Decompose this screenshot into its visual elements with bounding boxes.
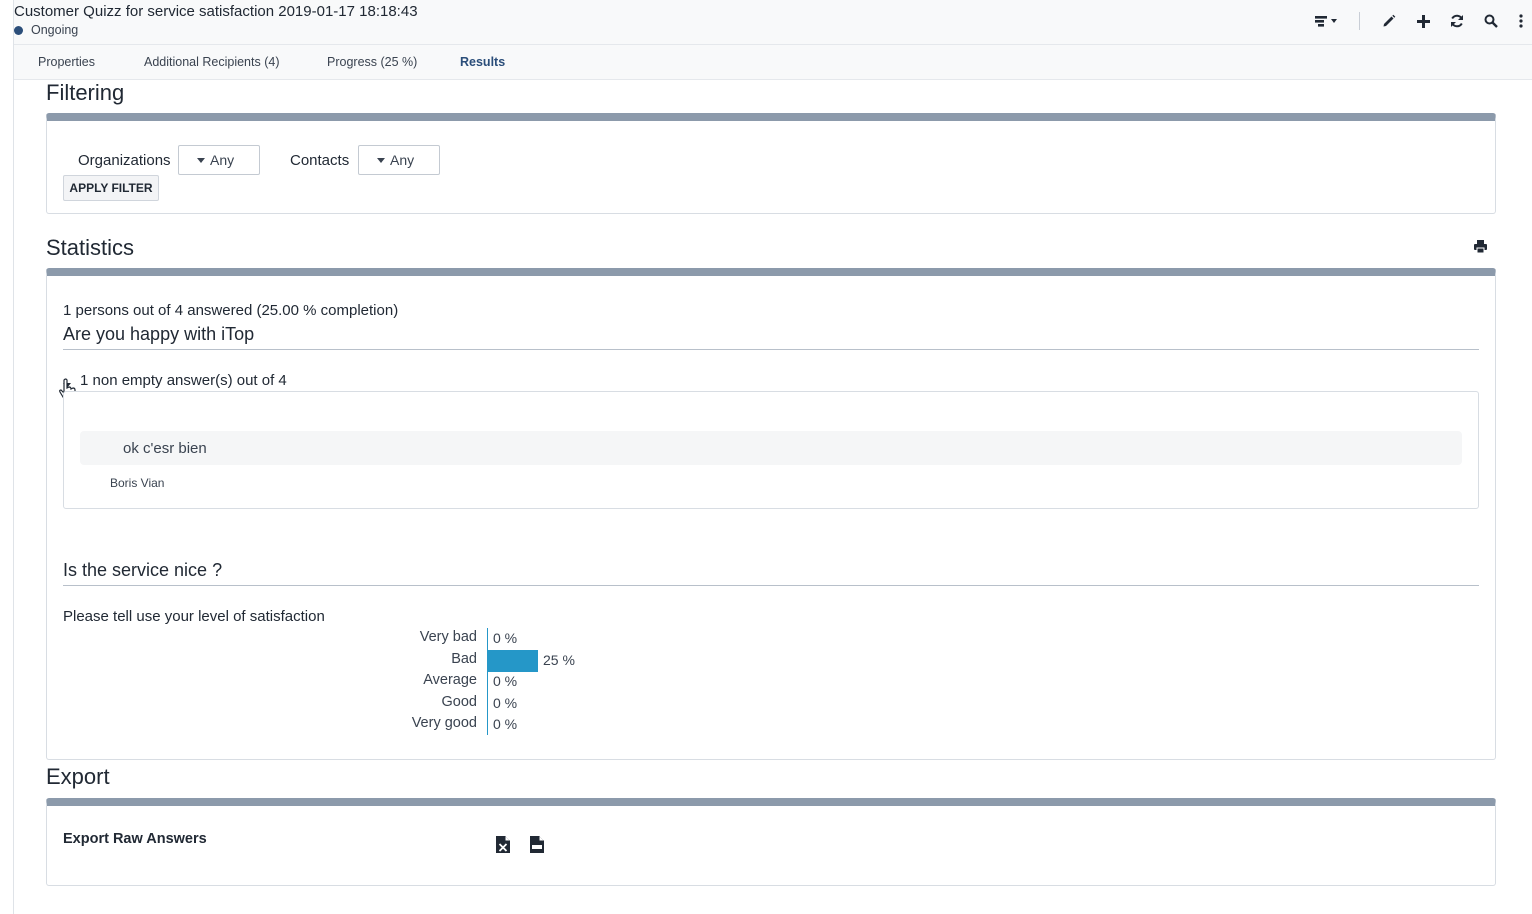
question-prompt: Please tell use your level of satisfacti… — [63, 608, 325, 625]
left-rail — [0, 0, 14, 914]
organizations-select[interactable]: Any — [178, 145, 260, 175]
chart-category-label: Very bad — [419, 629, 477, 645]
print-icon — [1474, 240, 1487, 254]
tab-additional-recipients[interactable]: Additional Recipients (4) — [144, 55, 280, 69]
export-title: Export — [46, 764, 110, 789]
chart-category-label: Good — [441, 693, 477, 710]
export-xlsx-button[interactable] — [496, 836, 510, 853]
contacts-select[interactable]: Any — [358, 145, 440, 175]
collapse-toggle[interactable] — [63, 378, 71, 392]
more-button[interactable] — [1510, 6, 1532, 36]
chart-bar — [488, 649, 538, 672]
add-button[interactable] — [1408, 6, 1438, 36]
answer-author: Boris Vian — [110, 476, 165, 490]
chart-value-label: 0 % — [493, 716, 518, 732]
export-csv-button[interactable] — [530, 836, 544, 853]
edit-button[interactable] — [1374, 6, 1404, 36]
actions-menu-button[interactable] — [1311, 6, 1345, 36]
more-icon — [1519, 14, 1523, 28]
chart-category-label: Very good — [411, 715, 477, 731]
toolbar-separator — [1359, 12, 1360, 30]
status-indicator: Ongoing — [14, 23, 78, 37]
chart-value-label: 0 % — [493, 630, 518, 646]
chart-value-label: 0 % — [493, 694, 518, 711]
apply-filter-button[interactable]: APPLY FILTER — [63, 175, 159, 201]
caret-down-icon — [63, 383, 71, 388]
filtering-panel — [46, 113, 1496, 214]
actions-menu-icon — [1315, 16, 1337, 27]
search-icon — [1484, 14, 1498, 28]
chart-value-label: 0 % — [493, 673, 518, 689]
answer-text: ok c'esr bien — [80, 431, 1462, 465]
answers-box: ok c'esr bien Boris Vian — [63, 391, 1479, 509]
contacts-select-value: Any — [390, 152, 415, 168]
organizations-label: Organizations — [78, 152, 171, 169]
tab-results[interactable]: Results — [460, 55, 505, 69]
object-header: Customer Quizz for service satisfaction … — [14, 0, 1532, 45]
organizations-select-value: Any — [210, 152, 235, 168]
chevron-down-icon — [197, 157, 205, 163]
chart-category-label: Average — [423, 672, 477, 688]
refresh-button[interactable] — [1442, 6, 1472, 36]
chart-value-label: 25 % — [543, 651, 575, 668]
export-panel — [46, 798, 1496, 886]
completion-summary: 1 persons out of 4 answered (25.00 % com… — [63, 302, 399, 319]
add-icon — [1416, 14, 1430, 28]
tab-bar: Properties Additional Recipients (4) Pro… — [14, 45, 1532, 80]
contacts-label: Contacts — [290, 152, 350, 169]
object-toolbar — [1307, 0, 1532, 42]
status-dot-icon — [14, 25, 23, 35]
filtering-title: Filtering — [46, 80, 125, 105]
object-title: Customer Quizz for service satisfaction … — [14, 3, 418, 20]
question-title: Are you happy with iTop — [63, 324, 1479, 350]
export-raw-answers-label: Export Raw Answers — [63, 831, 207, 847]
print-button[interactable] — [1474, 240, 1487, 258]
status-label: Ongoing — [31, 23, 79, 37]
non-empty-answers-count: 1 non empty answer(s) out of 4 — [80, 372, 287, 389]
question-title: Is the service nice ? — [63, 560, 1479, 586]
chart-category-label: Bad — [451, 650, 477, 667]
csv-file-icon — [530, 836, 544, 853]
chart-axis-line — [487, 628, 488, 735]
xlsx-file-icon — [496, 836, 510, 853]
search-button[interactable] — [1476, 6, 1506, 36]
edit-icon — [1383, 14, 1396, 27]
chevron-down-icon — [377, 157, 385, 163]
statistics-title: Statistics — [46, 235, 135, 260]
refresh-icon — [1451, 14, 1463, 28]
tab-properties[interactable]: Properties — [38, 55, 95, 69]
tab-progress[interactable]: Progress (25 %) — [327, 55, 417, 69]
